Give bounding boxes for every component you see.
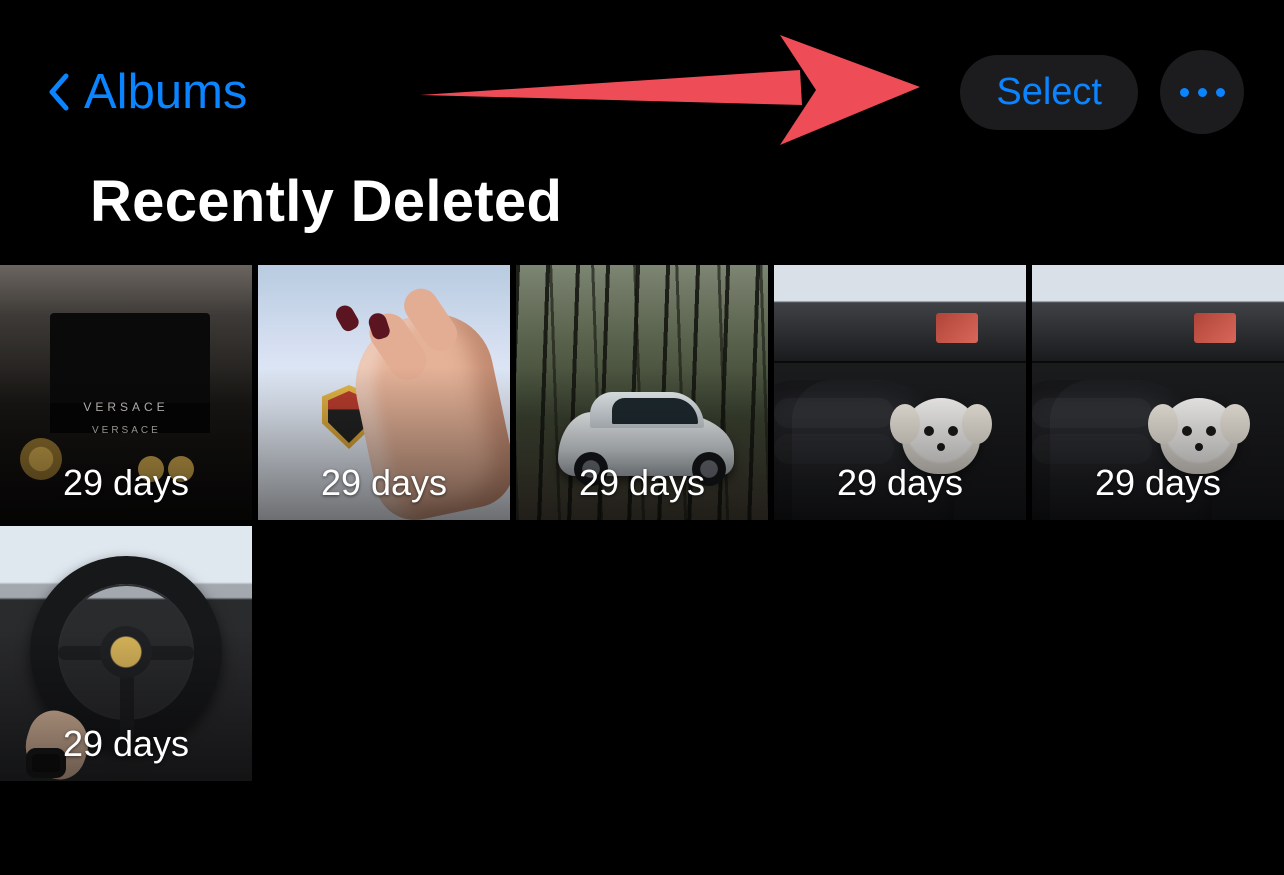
back-label: Albums [84, 64, 247, 120]
days-remaining-label: 29 days [1032, 462, 1284, 504]
chevron-left-icon [40, 65, 76, 119]
days-remaining-label: 29 days [0, 723, 252, 765]
photo-thumbnail[interactable]: 29 days [1032, 265, 1284, 520]
photo-thumbnail[interactable]: 29 days [258, 265, 510, 520]
page-title: Recently Deleted [0, 154, 1284, 265]
photo-thumbnail[interactable]: 29 days [0, 526, 252, 781]
more-button[interactable] [1160, 50, 1244, 134]
photo-grid: VERSACE VERSACE 29 days 29 days 29 days [0, 265, 1284, 781]
ellipsis-icon [1180, 88, 1225, 97]
days-remaining-label: 29 days [258, 462, 510, 504]
back-button[interactable]: Albums [40, 64, 247, 120]
nav-actions: Select [960, 50, 1244, 134]
photo-thumbnail[interactable]: VERSACE VERSACE 29 days [0, 265, 252, 520]
photo-thumbnail[interactable]: 29 days [516, 265, 768, 520]
nav-bar: Albums Select [0, 0, 1284, 154]
photo-thumbnail[interactable]: 29 days [774, 265, 1026, 520]
days-remaining-label: 29 days [774, 462, 1026, 504]
days-remaining-label: 29 days [0, 462, 252, 504]
days-remaining-label: 29 days [516, 462, 768, 504]
select-button[interactable]: Select [960, 55, 1138, 130]
